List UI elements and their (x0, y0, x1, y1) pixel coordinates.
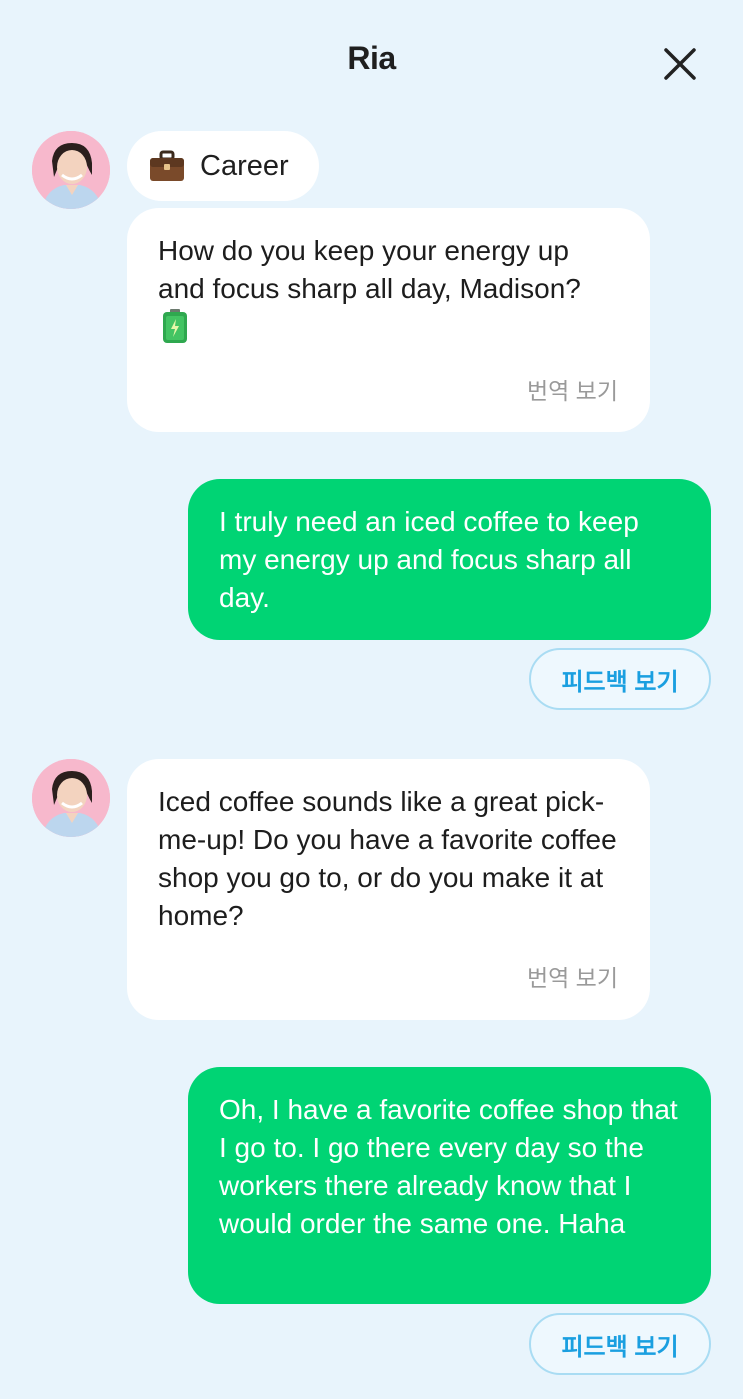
message-text: Iced coffee sounds like a great pick-me-… (158, 786, 625, 931)
message-text: How do you keep your energy up and focus… (158, 235, 581, 304)
briefcase-icon (150, 150, 184, 181)
avatar (32, 131, 110, 209)
translate-link[interactable]: 번역 보기 (527, 959, 618, 997)
bot-message: How do you keep your energy up and focus… (127, 208, 650, 432)
chat-title: Ria (347, 40, 396, 76)
close-button[interactable] (658, 42, 702, 86)
topic-chip: Career (127, 131, 319, 201)
avatar-image (32, 759, 110, 837)
feedback-button[interactable]: 피드백 보기 (529, 1313, 711, 1375)
bot-message: Iced coffee sounds like a great pick-me-… (127, 759, 650, 1020)
translate-link[interactable]: 번역 보기 (527, 372, 618, 410)
message-text: Oh, I have a favorite coffee shop that I… (219, 1094, 686, 1239)
avatar-image (32, 131, 110, 209)
topic-label: Career (200, 149, 289, 182)
user-message: Oh, I have a favorite coffee shop that I… (188, 1067, 711, 1304)
feedback-button[interactable]: 피드백 보기 (529, 648, 711, 710)
message-text: I truly need an iced coffee to keep my e… (219, 506, 647, 613)
chat-header: Ria (0, 0, 743, 124)
user-message: I truly need an iced coffee to keep my e… (188, 479, 711, 640)
avatar (32, 759, 110, 837)
battery-icon (163, 309, 187, 343)
close-icon (664, 48, 696, 80)
